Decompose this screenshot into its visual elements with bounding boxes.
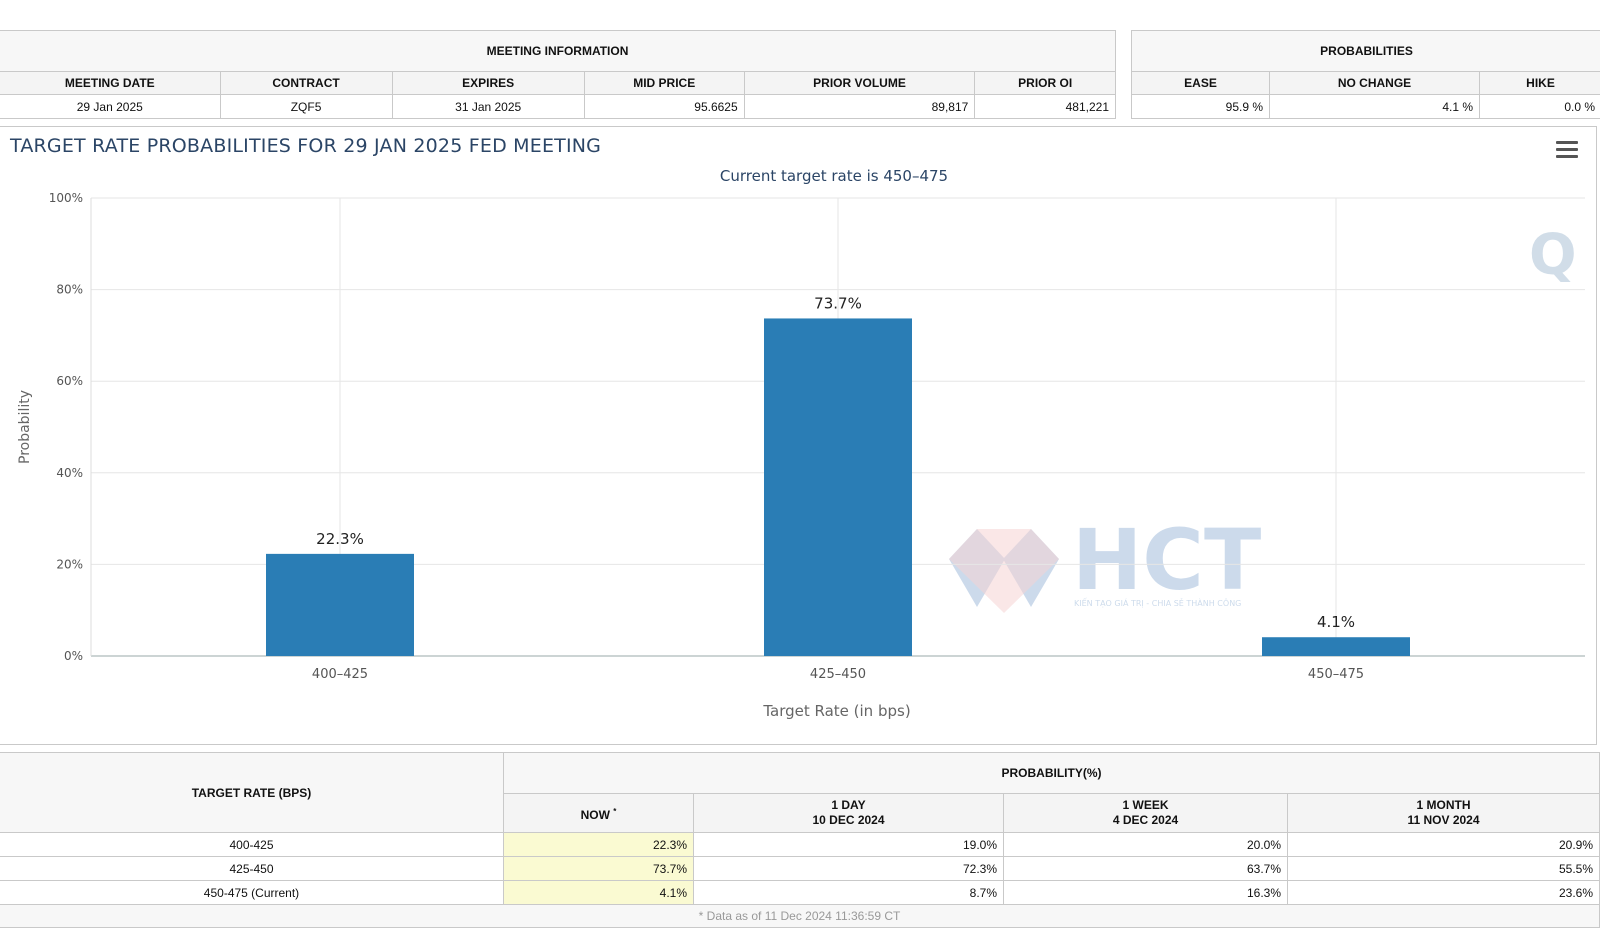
table-row: 425-450 73.7% 72.3% 63.7% 55.5% bbox=[0, 856, 1600, 881]
meeting-date-value: 29 Jan 2025 bbox=[0, 94, 221, 119]
watermark-logo: HCT KIẾN TẠO GIÁ TRỊ - CHIA SẺ THÀNH CÔN… bbox=[949, 511, 1261, 613]
chart-title: TARGET RATE PROBABILITIES FOR 29 JAN 202… bbox=[10, 135, 602, 157]
contract-value: ZQF5 bbox=[219, 94, 393, 119]
bar-data-label: 4.1% bbox=[1317, 613, 1355, 631]
one-week-cell: 20.0% bbox=[1003, 832, 1288, 857]
data-timestamp-footnote: * Data as of 11 Dec 2024 11:36:59 CT bbox=[0, 904, 1600, 928]
meeting-date-header: MEETING DATE bbox=[0, 71, 221, 95]
target-rate-header: TARGET RATE (BPS) bbox=[0, 752, 504, 833]
bar[interactable] bbox=[266, 553, 414, 656]
x-tick-label: 425–450 bbox=[810, 667, 866, 682]
one-month-cell: 23.6% bbox=[1287, 880, 1600, 905]
x-tick-label: 400–425 bbox=[312, 667, 368, 682]
mid-price-value: 95.6625 bbox=[583, 94, 745, 119]
probability-header: PROBABILITY(%) bbox=[503, 752, 1600, 794]
prior-oi-header: PRIOR OI bbox=[974, 71, 1116, 95]
one-week-cell: 16.3% bbox=[1003, 880, 1288, 905]
y-tick-label: 0% bbox=[64, 649, 83, 663]
now-marker: * bbox=[613, 806, 617, 816]
contract-header: CONTRACT bbox=[219, 71, 393, 95]
one-day-date: 10 DEC 2024 bbox=[812, 813, 885, 827]
ease-value: 95.9 % bbox=[1131, 94, 1270, 119]
x-axis-label: Target Rate (in bps) bbox=[762, 702, 910, 720]
one-day-header: 1 DAY 10 DEC 2024 bbox=[693, 793, 1004, 833]
y-axis-label: Probability bbox=[17, 390, 33, 464]
chart-subtitle: Current target rate is 450–475 bbox=[719, 167, 949, 185]
x-tick-label: 450–475 bbox=[1308, 667, 1364, 682]
expires-header: EXPIRES bbox=[391, 71, 585, 95]
meeting-information-table: MEETING INFORMATION MEETING DATE CONTRAC… bbox=[0, 30, 1116, 119]
corner-watermark-letter: Q bbox=[1529, 223, 1577, 288]
rate-cell: 400-425 bbox=[0, 832, 504, 857]
one-month-label: 1 MONTH bbox=[1416, 798, 1471, 812]
now-header: NOW * bbox=[503, 793, 694, 833]
expires-value: 31 Jan 2025 bbox=[391, 94, 585, 119]
one-month-date: 11 NOV 2024 bbox=[1407, 813, 1480, 827]
one-month-cell: 20.9% bbox=[1287, 832, 1600, 857]
mid-price-header: MID PRICE bbox=[583, 71, 745, 95]
meeting-information-title: MEETING INFORMATION bbox=[0, 30, 1116, 72]
bar[interactable] bbox=[1262, 637, 1410, 656]
chart-panel: HCT KIẾN TẠO GIÁ TRỊ - CHIA SẺ THÀNH CÔN… bbox=[0, 126, 1597, 745]
bar-data-label: 22.3% bbox=[316, 530, 364, 548]
bar-layer: 22.3% 400–425 73.7% 425–450 4.1% 450–475 bbox=[266, 294, 1410, 682]
y-tick-label: 20% bbox=[56, 557, 83, 571]
now-cell: 22.3% bbox=[503, 832, 694, 857]
now-label: NOW bbox=[580, 807, 610, 822]
bar-data-label: 73.7% bbox=[814, 294, 862, 312]
one-day-cell: 8.7% bbox=[693, 880, 1004, 905]
no-change-value: 4.1 % bbox=[1269, 94, 1480, 119]
y-tick-label: 80% bbox=[56, 283, 83, 297]
corner-watermark: Q bbox=[1529, 223, 1577, 288]
probabilities-table: PROBABILITIES EASE NO CHANGE HIKE 95.9 %… bbox=[1130, 30, 1600, 119]
now-cell: 73.7% bbox=[503, 856, 694, 881]
table-row: 450-475 (Current) 4.1% 8.7% 16.3% 23.6% bbox=[0, 880, 1600, 905]
bar[interactable] bbox=[764, 318, 912, 656]
watermark-text: HCT bbox=[1072, 511, 1261, 609]
one-month-cell: 55.5% bbox=[1287, 856, 1600, 881]
y-tick-label: 60% bbox=[56, 374, 83, 388]
one-week-label: 1 WEEK bbox=[1122, 798, 1169, 812]
one-week-header: 1 WEEK 4 DEC 2024 bbox=[1003, 793, 1288, 833]
probabilities-title: PROBABILITIES bbox=[1130, 30, 1600, 72]
one-day-cell: 72.3% bbox=[693, 856, 1004, 881]
watermark-tagline: KIẾN TẠO GIÁ TRỊ - CHIA SẺ THÀNH CÔNG bbox=[1074, 597, 1241, 609]
now-cell: 4.1% bbox=[503, 880, 694, 905]
one-day-cell: 19.0% bbox=[693, 832, 1004, 857]
no-change-header: NO CHANGE bbox=[1269, 71, 1480, 95]
y-tick-label: 100% bbox=[49, 191, 83, 205]
one-month-header: 1 MONTH 11 NOV 2024 bbox=[1287, 793, 1600, 833]
table-row: 400-425 22.3% 19.0% 20.0% 20.9% bbox=[0, 832, 1600, 857]
ease-header: EASE bbox=[1131, 71, 1270, 95]
hike-value: 0.0 % bbox=[1478, 94, 1600, 119]
prior-volume-header: PRIOR VOLUME bbox=[743, 71, 976, 95]
target-rate-probability-table: TARGET RATE (BPS) PROBABILITY(%) NOW * 1… bbox=[0, 752, 1600, 928]
one-day-label: 1 DAY bbox=[831, 798, 866, 812]
probability-bar-chart: HCT KIẾN TẠO GIÁ TRỊ - CHIA SẺ THÀNH CÔN… bbox=[17, 191, 1585, 720]
one-week-date: 4 DEC 2024 bbox=[1112, 813, 1179, 827]
hike-header: HIKE bbox=[1478, 71, 1600, 95]
hamburger-menu-icon[interactable] bbox=[1556, 141, 1578, 159]
rate-cell: 450-475 (Current) bbox=[0, 880, 504, 905]
prior-oi-value: 481,221 bbox=[974, 94, 1116, 119]
one-week-cell: 63.7% bbox=[1003, 856, 1288, 881]
rate-cell: 425-450 bbox=[0, 856, 504, 881]
y-tick-label: 40% bbox=[56, 466, 83, 480]
prior-volume-value: 89,817 bbox=[743, 94, 976, 119]
